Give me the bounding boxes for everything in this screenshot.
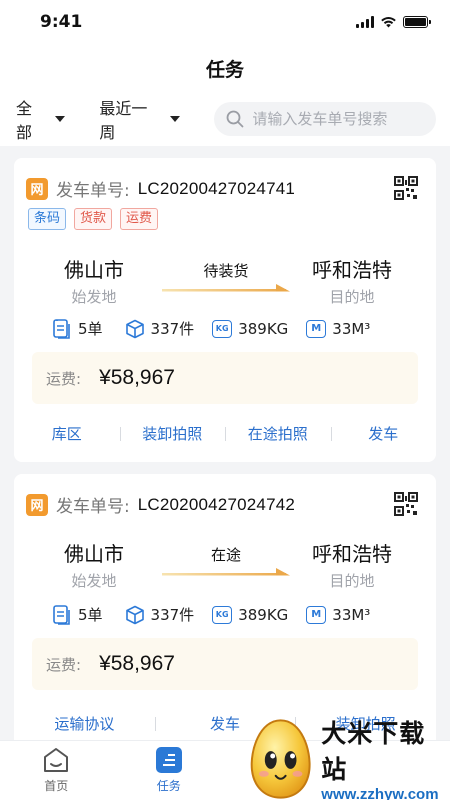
status-filter-dropdown[interactable]: 全部	[16, 95, 66, 143]
fee-label: 运费:	[46, 369, 82, 388]
order-row: 网 发车单号: LC20200427024742	[26, 492, 295, 517]
weight-icon: KG	[212, 605, 233, 624]
task-card[interactable]: 网 发车单号: LC20200427024741 条码 货款 运费 佛山市 始发…	[14, 158, 436, 462]
stat-orders-value: 5单	[78, 320, 103, 338]
tag-barcode: 条码	[28, 208, 67, 230]
volume-icon: M	[306, 319, 327, 338]
order-number: LC20200427024742	[137, 494, 296, 514]
qr-code-icon[interactable]	[394, 492, 418, 516]
fee-value: ¥58,967	[99, 652, 175, 675]
stat-pieces: 337件	[125, 604, 195, 625]
destination-label: 目的地	[329, 288, 375, 306]
tab-home[interactable]: 首页	[0, 741, 113, 800]
status-icons	[356, 16, 431, 28]
network-badge: 网	[26, 493, 48, 516]
tab-tasks[interactable]: 任务	[113, 741, 226, 800]
watermark-text: 大米下载站 www.zzhyw.com	[321, 714, 450, 800]
destination-label: 目的地	[329, 572, 375, 590]
fee-label: 运费:	[46, 655, 82, 674]
task-status: 在途	[210, 546, 241, 564]
stat-pieces: 337件	[125, 318, 195, 339]
page-title: 任务	[205, 58, 244, 81]
wifi-icon	[381, 17, 396, 28]
period-filter-value: 最近一周	[99, 99, 148, 142]
box-icon	[125, 319, 145, 339]
stat-volume: M 33M³	[306, 605, 371, 624]
depart-button[interactable]: 发车	[330, 423, 437, 444]
stats-row: 5单 337件 KG 389KG M 33M³	[52, 604, 388, 625]
task-status: 待装货	[203, 262, 249, 280]
route-arrow-icon	[162, 284, 290, 292]
order-label: 发车单号:	[56, 497, 130, 517]
order-number: LC20200427024741	[137, 178, 296, 198]
box-icon	[125, 605, 145, 625]
document-icon	[52, 318, 72, 339]
stat-pieces-value: 337件	[150, 320, 195, 338]
search-input[interactable]	[252, 110, 423, 128]
qr-code-icon[interactable]	[394, 176, 418, 200]
home-icon	[44, 748, 69, 772]
stat-weight-value: 389KG	[238, 605, 289, 624]
tag-list: 条码 货款 运费	[28, 208, 159, 230]
origin-label: 始发地	[71, 572, 117, 590]
tag-freight: 运费	[120, 208, 159, 230]
cellular-signal-icon	[356, 16, 374, 28]
mascot-logo	[250, 719, 311, 799]
filter-bar: 全部 最近一周	[0, 92, 450, 146]
caret-down-icon	[55, 116, 66, 122]
transport-agreement-button[interactable]: 运输协议	[14, 713, 155, 734]
destination-city: 呼和浩特	[312, 542, 392, 566]
watermark-url: www.zzhyw.com	[321, 785, 439, 800]
warehouse-button[interactable]: 库区	[14, 423, 120, 444]
status-filter-value: 全部	[16, 99, 33, 142]
destination-city: 呼和浩特	[312, 258, 392, 282]
caret-down-icon	[170, 116, 181, 122]
route: 佛山市 始发地 在途 呼和浩特 目的地	[14, 538, 436, 598]
watermark-title: 大米下载站	[321, 718, 426, 784]
search-box[interactable]	[214, 102, 436, 136]
transit-photo-button[interactable]: 在途拍照	[225, 423, 331, 444]
task-list-icon	[155, 747, 182, 773]
fee-box: 运费: ¥58,967	[32, 638, 418, 690]
stat-weight: KG 389KG	[212, 605, 289, 624]
network-badge: 网	[26, 177, 48, 200]
fee-box: 运费: ¥58,967	[32, 352, 418, 404]
stat-orders: 5单	[52, 604, 103, 625]
status-bar: 9:41	[0, 0, 450, 44]
action-bar: 库区 装卸拍照 在途拍照 发车	[14, 418, 436, 448]
battery-icon	[403, 16, 431, 28]
search-icon	[227, 110, 244, 128]
tag-payment: 货款	[74, 208, 113, 230]
origin-label: 始发地	[71, 288, 117, 306]
nav-bar: 任务	[0, 44, 450, 92]
weight-icon: KG	[212, 319, 233, 338]
stat-orders-value: 5单	[78, 606, 103, 624]
tab-tasks-label: 任务	[156, 779, 181, 793]
period-filter-dropdown[interactable]: 最近一周	[99, 95, 181, 143]
route: 佛山市 始发地 待装货 呼和浩特 目的地	[14, 254, 436, 314]
stat-orders: 5单	[52, 318, 103, 339]
tab-home-label: 首页	[44, 779, 69, 793]
loading-photo-button[interactable]: 装卸拍照	[119, 423, 226, 444]
stat-volume-value: 33M³	[332, 319, 371, 338]
fee-value: ¥58,967	[99, 366, 175, 389]
order-row: 网 发车单号: LC20200427024741	[26, 176, 295, 201]
stat-volume-value: 33M³	[332, 605, 371, 624]
volume-icon: M	[306, 605, 327, 624]
order-label: 发车单号:	[56, 181, 130, 201]
stat-weight: KG 389KG	[212, 319, 289, 338]
document-icon	[52, 604, 72, 625]
origin-city: 佛山市	[64, 258, 124, 282]
status-time: 9:41	[40, 12, 83, 32]
route-arrow-icon	[162, 568, 290, 576]
watermark: 大米下载站 www.zzhyw.com	[246, 716, 450, 800]
stat-pieces-value: 337件	[150, 606, 195, 624]
stat-weight-value: 389KG	[238, 319, 289, 338]
stat-volume: M 33M³	[306, 319, 371, 338]
origin-city: 佛山市	[64, 542, 124, 566]
stats-row: 5单 337件 KG 389KG M 33M³	[52, 318, 388, 339]
